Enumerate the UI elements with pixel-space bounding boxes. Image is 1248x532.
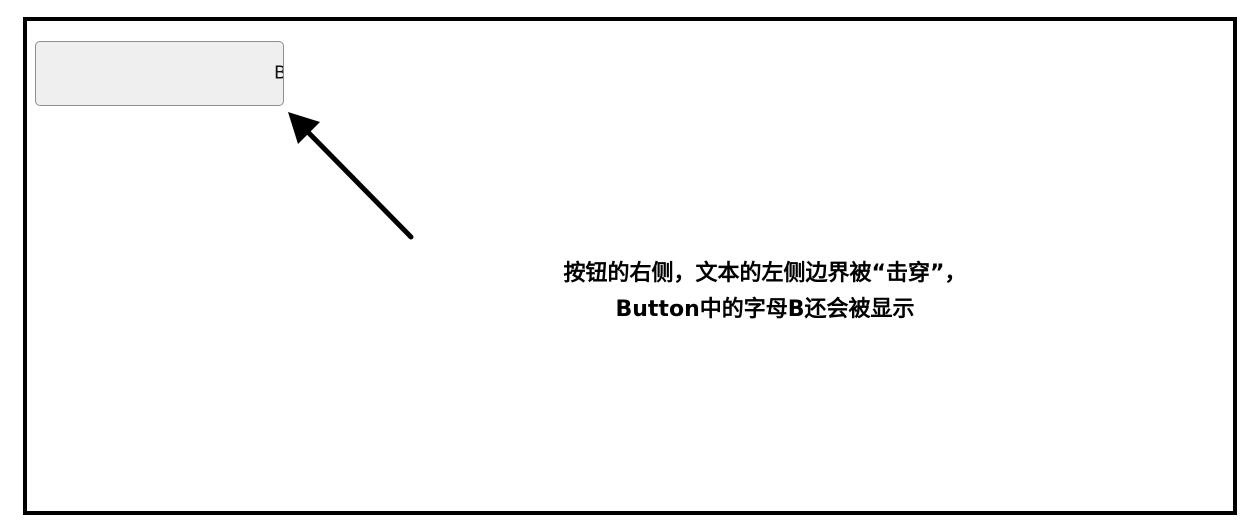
- annotation-line-2: Button中的字母B还会被显示: [615, 297, 915, 322]
- annotation-line-1: 按钮的右侧，文本的左侧边界被“击穿”，: [563, 261, 967, 286]
- button-clipped-label: B: [274, 62, 283, 84]
- annotation-text: 按钮的右侧，文本的左侧边界被“击穿”， Button中的字母B还会被显示: [470, 256, 1060, 328]
- arrow-up-left-icon: [288, 112, 414, 240]
- demo-button[interactable]: B: [35, 41, 284, 106]
